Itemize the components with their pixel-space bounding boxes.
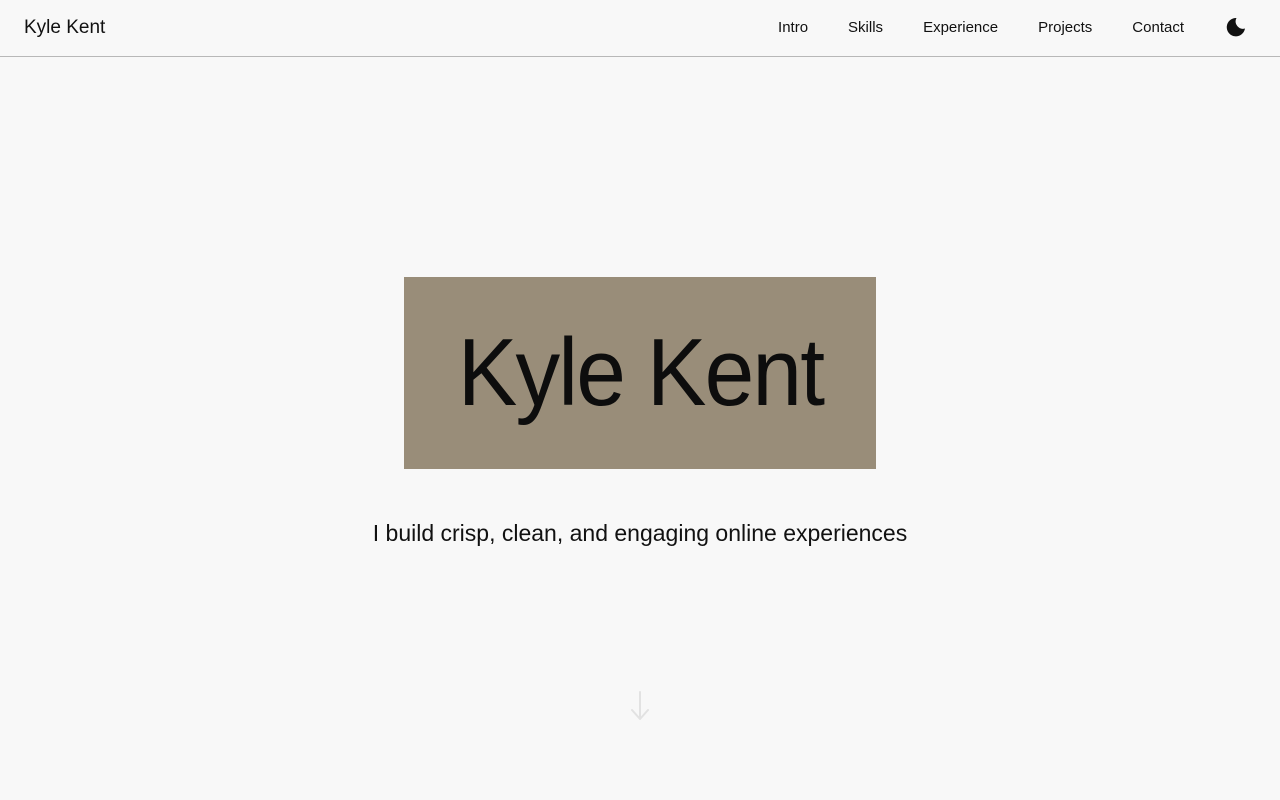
- nav-item-experience[interactable]: Experience: [923, 18, 998, 38]
- nav-item-skills[interactable]: Skills: [848, 18, 883, 38]
- scroll-down-button[interactable]: [628, 690, 652, 724]
- brand-link[interactable]: Kyle Kent: [24, 16, 105, 40]
- nav-item-projects[interactable]: Projects: [1038, 18, 1092, 38]
- hero-tagline: I build crisp, clean, and engaging onlin…: [372, 520, 908, 546]
- theme-toggle-button[interactable]: [1225, 16, 1247, 38]
- arrow-down-icon: [631, 691, 649, 720]
- nav-item-contact[interactable]: Contact: [1132, 18, 1184, 38]
- moon-icon: [1226, 18, 1245, 37]
- nav-links: Intro Skills Experience Projects Contact: [778, 18, 1184, 38]
- nav-item-intro[interactable]: Intro: [778, 18, 808, 38]
- hero-name: Kyle Kent: [457, 319, 824, 426]
- top-navbar: Kyle Kent Intro Skills Experience Projec…: [0, 0, 1280, 57]
- hero-name-box: Kyle Kent: [404, 277, 876, 469]
